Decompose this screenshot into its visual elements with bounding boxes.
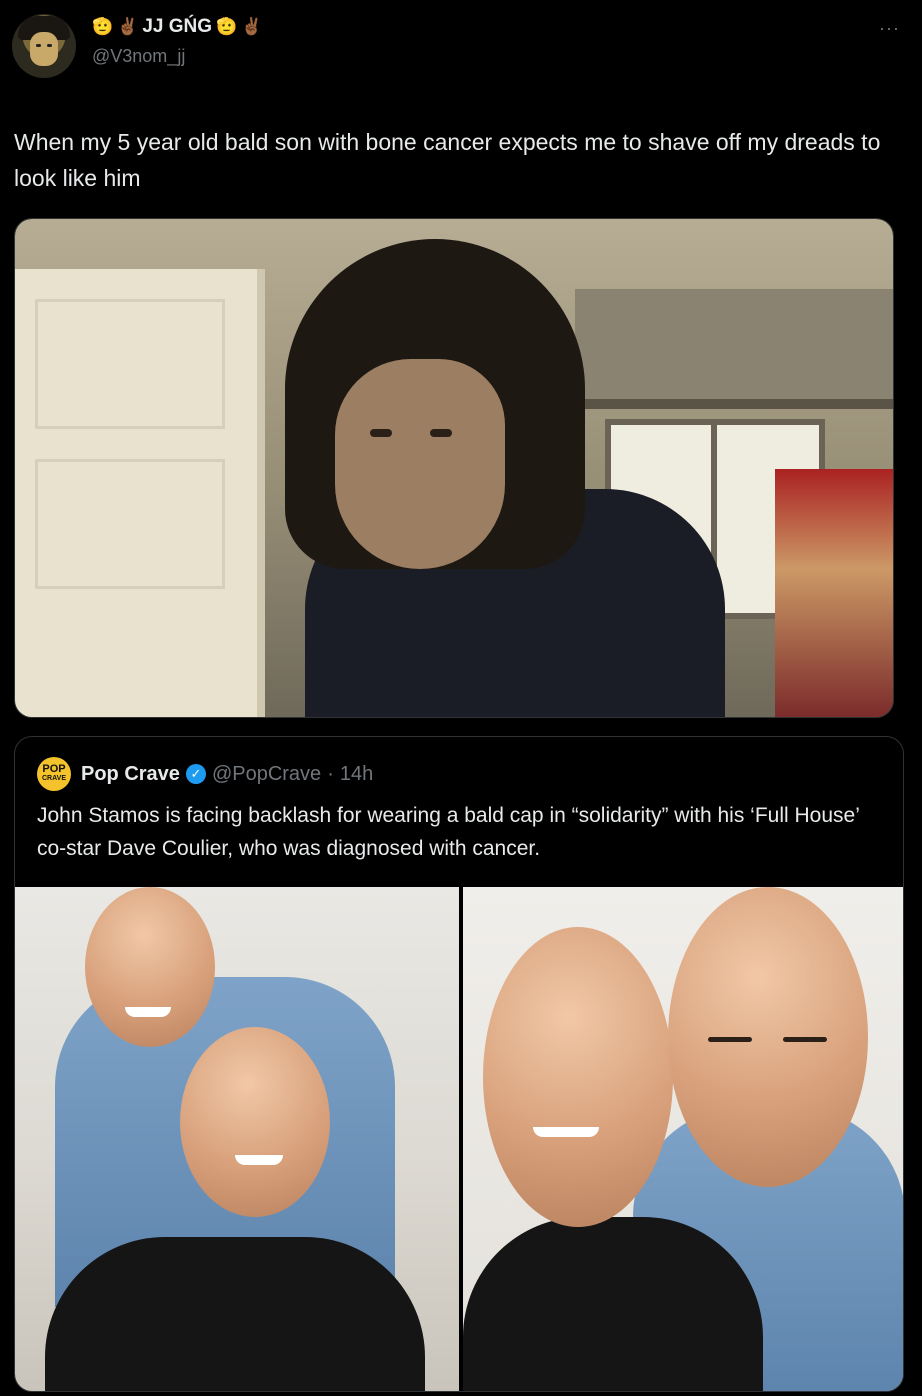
verified-badge-icon: ✓ bbox=[185, 764, 206, 784]
salute-emoji-icon: 🫡 bbox=[216, 17, 238, 36]
quoted-tweet-text: John Stamos is facing backlash for weari… bbox=[37, 804, 860, 860]
quoted-tweet[interactable]: POP CRAVE Pop Crave ✓ @PopCrave · 14h Jo… bbox=[14, 736, 904, 1392]
tweet-media-image[interactable] bbox=[14, 218, 894, 718]
separator-dot: · bbox=[327, 762, 334, 785]
display-name-text: JJ GŃG bbox=[142, 16, 213, 37]
victory-hand-emoji-icon: ✌🏾 bbox=[241, 17, 263, 36]
display-name[interactable]: 🫡 ✌🏾 JJ GŃG 🫡 ✌🏾 bbox=[92, 14, 262, 40]
quoted-display-name[interactable]: Pop Crave bbox=[81, 763, 180, 786]
quoted-photo-left[interactable] bbox=[15, 887, 459, 1391]
user-handle[interactable]: @V3nom_jj bbox=[92, 46, 185, 67]
pop-crave-logo[interactable]: POP CRAVE bbox=[37, 757, 71, 791]
avatar[interactable] bbox=[12, 14, 76, 78]
quoted-timestamp[interactable]: 14h bbox=[340, 763, 373, 786]
quoted-tweet-header: POP CRAVE Pop Crave ✓ @PopCrave · 14h bbox=[37, 757, 373, 791]
more-options-icon[interactable]: ··· bbox=[879, 18, 900, 39]
quoted-photo-right[interactable] bbox=[463, 887, 903, 1391]
door-illustration bbox=[15, 269, 265, 717]
quoted-handle[interactable]: @PopCrave bbox=[212, 763, 321, 786]
boxes-illustration bbox=[775, 469, 893, 717]
tweet-text: When my 5 year old bald son with bone ca… bbox=[14, 129, 881, 191]
salute-emoji-icon: 🫡 bbox=[92, 17, 114, 36]
tweet-header: 🫡 ✌🏾 JJ GŃG 🫡 ✌🏾 @V3nom_jj ··· bbox=[0, 0, 922, 100]
man-figure bbox=[265, 239, 725, 717]
victory-hand-emoji-icon: ✌🏾 bbox=[117, 17, 139, 36]
